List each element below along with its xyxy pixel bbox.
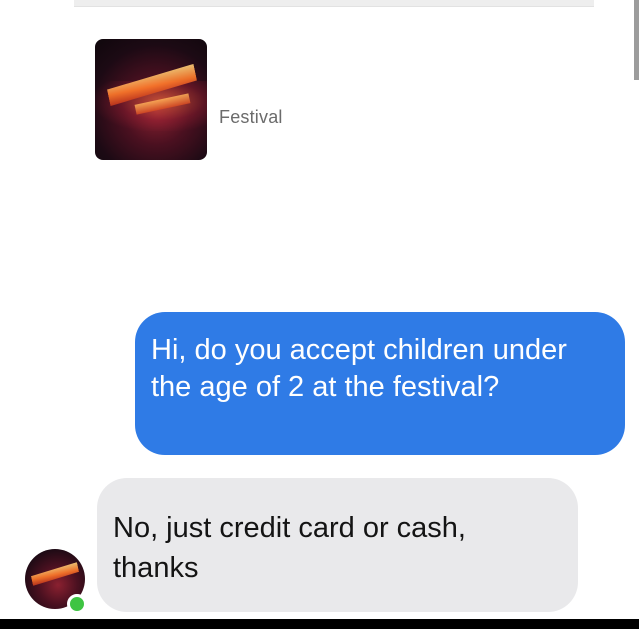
outgoing-message-text: Hi, do you accept children under the age… (151, 334, 567, 403)
incoming-message-text: No, just credit card or cash, thanks (113, 512, 466, 584)
bottom-bar (0, 619, 639, 629)
incoming-message-bubble[interactable]: No, just credit card or cash, thanks (97, 478, 578, 612)
online-status-dot (67, 594, 87, 614)
page-label: Festival (219, 107, 283, 127)
previous-card-edge (74, 0, 594, 7)
outgoing-message-bubble[interactable]: Hi, do you accept children under the age… (135, 312, 625, 455)
page-thumbnail[interactable] (95, 39, 207, 160)
avatar-logo (30, 562, 80, 586)
scrollbar[interactable] (634, 0, 639, 80)
